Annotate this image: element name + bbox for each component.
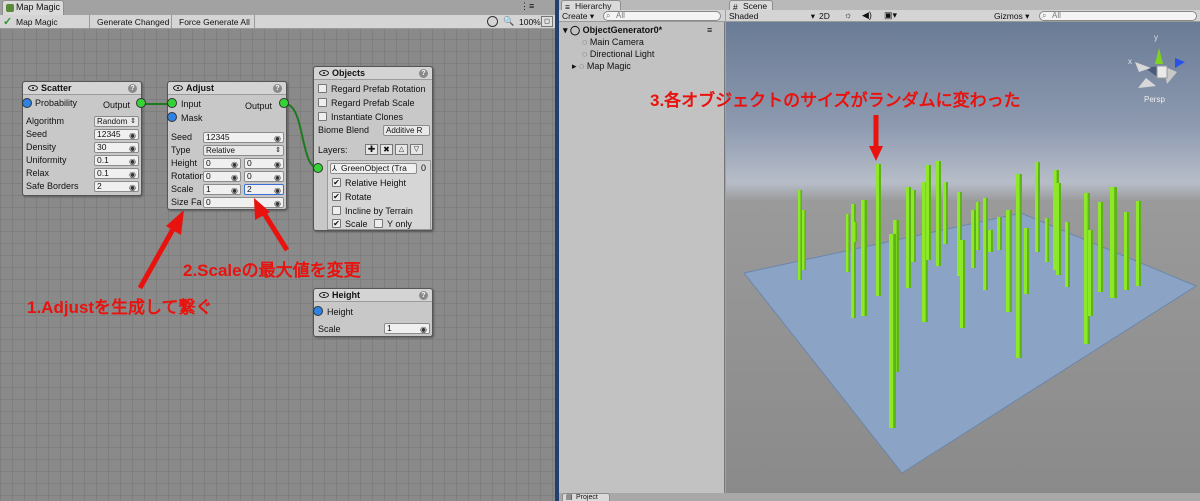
create-dropdown[interactable]: Create ▾ (562, 11, 594, 22)
scene-menu-icon[interactable]: ≡ (707, 25, 712, 35)
scene-search-input[interactable]: ⌕ All (1039, 11, 1197, 21)
arrow-step2 (259, 208, 290, 252)
hierarchy-root-item[interactable]: ▾ ◯ ObjectGenerator0* (563, 25, 662, 36)
tab-project[interactable]: ▤ Project (562, 493, 610, 501)
gizmos-dropdown[interactable]: Gizmos ▾ (994, 11, 1029, 22)
tab-hierarchy[interactable]: ≡ Hierarchy (561, 0, 621, 12)
annotation-step2: 2.Scaleの最大値を変更 (183, 261, 361, 280)
annotation-step3: 3.各オブジェクトのサイズがランダムに変わった (650, 91, 1021, 110)
scene-icon: # (733, 2, 738, 12)
shading-dropdown[interactable]: Shaded ▾ (729, 11, 815, 21)
hierarchy-item-main-camera[interactable]: ◌ Main Camera (582, 37, 644, 47)
arrow-step3-head (869, 146, 883, 161)
hierarchy-item-directional-light[interactable]: ◌ Directional Light (582, 49, 654, 59)
scene-toolbar: Shaded ▾ 2D ☼ ◀) ▣▾ Gizmos ▾ ⌕ All (726, 10, 1200, 22)
hierarchy-icon: ≡ (565, 2, 570, 12)
hierarchy-panel (559, 0, 725, 501)
search-icon: ⌕ (606, 11, 611, 20)
annotation-arrows-left (137, 198, 290, 290)
lighting-icon[interactable]: ☼ (844, 10, 852, 20)
hierarchy-toolbar: Create ▾ ⌕ All (559, 10, 725, 22)
audio-icon[interactable]: ◀) (862, 10, 872, 21)
mode-2d-button[interactable]: 2D (819, 11, 830, 21)
tab-strip (559, 0, 1200, 10)
hierarchy-search-input[interactable]: ⌕ All (603, 11, 721, 21)
annotation-step1: 1.Adjustを生成して繋ぐ (27, 298, 213, 317)
hierarchy-item-map-magic[interactable]: ▸ ◌ Map Magic (572, 61, 631, 72)
tab-scene[interactable]: # Scene (729, 0, 773, 12)
search-icon: ⌕ (1042, 11, 1047, 20)
bottom-panel-strip (559, 493, 1200, 501)
arrow-step1 (137, 220, 180, 290)
arrow-step1-head (166, 210, 184, 235)
effects-icon[interactable]: ▣▾ (884, 10, 897, 21)
project-icon: ▤ (566, 494, 573, 501)
